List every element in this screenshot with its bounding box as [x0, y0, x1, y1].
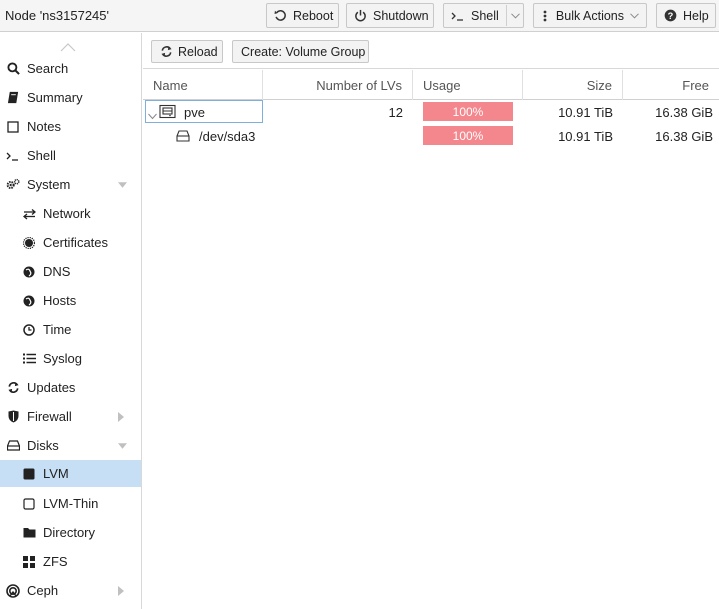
book-icon [6, 91, 20, 105]
sidebar-item-certificates[interactable]: Certificates [0, 228, 141, 257]
chevron-down-icon[interactable] [511, 11, 520, 21]
chevron-down-icon [630, 11, 639, 21]
chevron-down-icon[interactable] [148, 108, 157, 123]
sidebar-item-lvm[interactable]: LVM [0, 460, 141, 487]
usage-value: 100% [452, 104, 484, 119]
refresh-icon [6, 381, 20, 395]
create-volume-group-button[interactable]: Create: Volume Group [232, 40, 369, 63]
grid-header: Name Number of LVs Usage Size Free [143, 70, 719, 100]
square-outline-icon [22, 497, 36, 511]
table-row[interactable]: pve 12 100% 10.91 TiB 16.38 GiB [143, 100, 719, 124]
usage-bar: 100% [423, 126, 513, 145]
free-value: 16.38 GiB [655, 104, 713, 120]
reload-button[interactable]: Reload [151, 40, 223, 63]
size-value: 10.91 TiB [558, 128, 613, 144]
sidebar-item-firewall[interactable]: Firewall [0, 402, 141, 431]
bulk-actions-label: Bulk Actions [555, 8, 624, 23]
terminal-icon [6, 149, 20, 163]
chevron-down-icon[interactable] [118, 180, 127, 189]
chevron-right-icon[interactable] [116, 585, 125, 596]
reboot-label: Reboot [293, 8, 334, 23]
sidebar-item-shell[interactable]: Shell [0, 141, 141, 170]
column-header-usage[interactable]: Usage [413, 70, 523, 100]
column-header-name[interactable]: Name [143, 70, 263, 100]
lvs-count [263, 124, 403, 148]
chevron-down-icon[interactable] [118, 441, 127, 450]
hdd-icon [176, 130, 190, 145]
shell-button[interactable]: Shell [443, 3, 524, 28]
usage-value: 100% [452, 128, 484, 143]
gears-icon [6, 178, 20, 192]
square-icon [22, 467, 36, 481]
sidebar-item-hosts[interactable]: Hosts [0, 286, 141, 315]
main-panel: Reload Create: Volume Group Name Number … [143, 33, 719, 609]
top-bar: Node 'ns3157245' Reboot Shutdown Shell B… [0, 0, 719, 32]
column-header-free[interactable]: Free [623, 70, 719, 100]
globe-icon [22, 294, 36, 308]
lvs-count: 12 [388, 104, 403, 120]
sidebar-item-search[interactable]: Search [0, 54, 141, 83]
note-icon [6, 120, 20, 134]
sidebar-item-disks[interactable]: Disks [0, 431, 141, 460]
sidebar-item-dns[interactable]: DNS [0, 257, 141, 286]
node-title: Node 'ns3157245' [5, 8, 109, 23]
sidebar-item-directory[interactable]: Directory [0, 518, 141, 547]
sidebar-item-time[interactable]: Time [0, 315, 141, 344]
sidebar-item-lvm-thin[interactable]: LVM-Thin [0, 489, 141, 518]
shutdown-button[interactable]: Shutdown [346, 3, 434, 28]
certificate-icon [22, 236, 36, 250]
lvm-toolbar: Reload Create: Volume Group [143, 33, 719, 69]
sidebar-item-ceph[interactable]: Ceph [0, 576, 141, 605]
sidebar-item-zfs[interactable]: ZFS [0, 547, 141, 576]
th-large-icon [22, 555, 36, 569]
clock-icon [22, 323, 36, 337]
sidebar: Search Summary Notes Shell System Networ… [0, 33, 142, 609]
sidebar-item-summary[interactable]: Summary [0, 83, 141, 112]
table-row[interactable]: /dev/sda3 100% 10.91 TiB 16.38 GiB [143, 124, 719, 148]
search-icon [6, 62, 20, 76]
column-header-size[interactable]: Size [523, 70, 623, 100]
free-value: 16.38 GiB [655, 128, 713, 144]
size-value: 10.91 TiB [558, 104, 613, 120]
power-off-icon [354, 9, 367, 23]
column-header-lvs[interactable]: Number of LVs [263, 70, 413, 100]
chevron-right-icon[interactable] [116, 411, 125, 422]
sidebar-item-syslog[interactable]: Syslog [0, 344, 141, 373]
svg-text:?: ? [668, 11, 674, 21]
hdd-icon [6, 439, 20, 453]
sidebar-item-updates[interactable]: Updates [0, 373, 141, 402]
help-label: Help [683, 8, 709, 23]
question-circle-icon: ? [664, 9, 677, 23]
terminal-icon [451, 9, 465, 23]
sidebar-item-notes[interactable]: Notes [0, 112, 141, 141]
create-volume-group-label: Create: Volume Group [241, 44, 366, 59]
reload-label: Reload [178, 44, 218, 59]
ellipsis-vertical-icon [541, 9, 550, 23]
vg-name: pve [184, 104, 205, 120]
usage-bar: 100% [423, 102, 513, 121]
bulk-actions-button[interactable]: Bulk Actions [533, 3, 647, 28]
globe-icon [22, 265, 36, 279]
list-icon [22, 352, 36, 366]
ceph-icon [6, 583, 20, 598]
help-button[interactable]: ? Help [656, 3, 716, 28]
exchange-icon [22, 207, 36, 221]
refresh-icon [160, 45, 173, 59]
undo-icon [274, 9, 287, 23]
pv-name: /dev/sda3 [199, 128, 256, 144]
sidebar-item-system[interactable]: System [0, 170, 141, 199]
volume-group-icon [159, 104, 176, 122]
shell-label: Shell [471, 8, 499, 23]
reboot-button[interactable]: Reboot [266, 3, 339, 28]
shield-icon [6, 410, 20, 424]
chevron-up-icon[interactable] [60, 40, 76, 52]
sidebar-item-network[interactable]: Network [0, 199, 141, 228]
folder-icon [22, 526, 36, 540]
shutdown-label: Shutdown [373, 8, 429, 23]
